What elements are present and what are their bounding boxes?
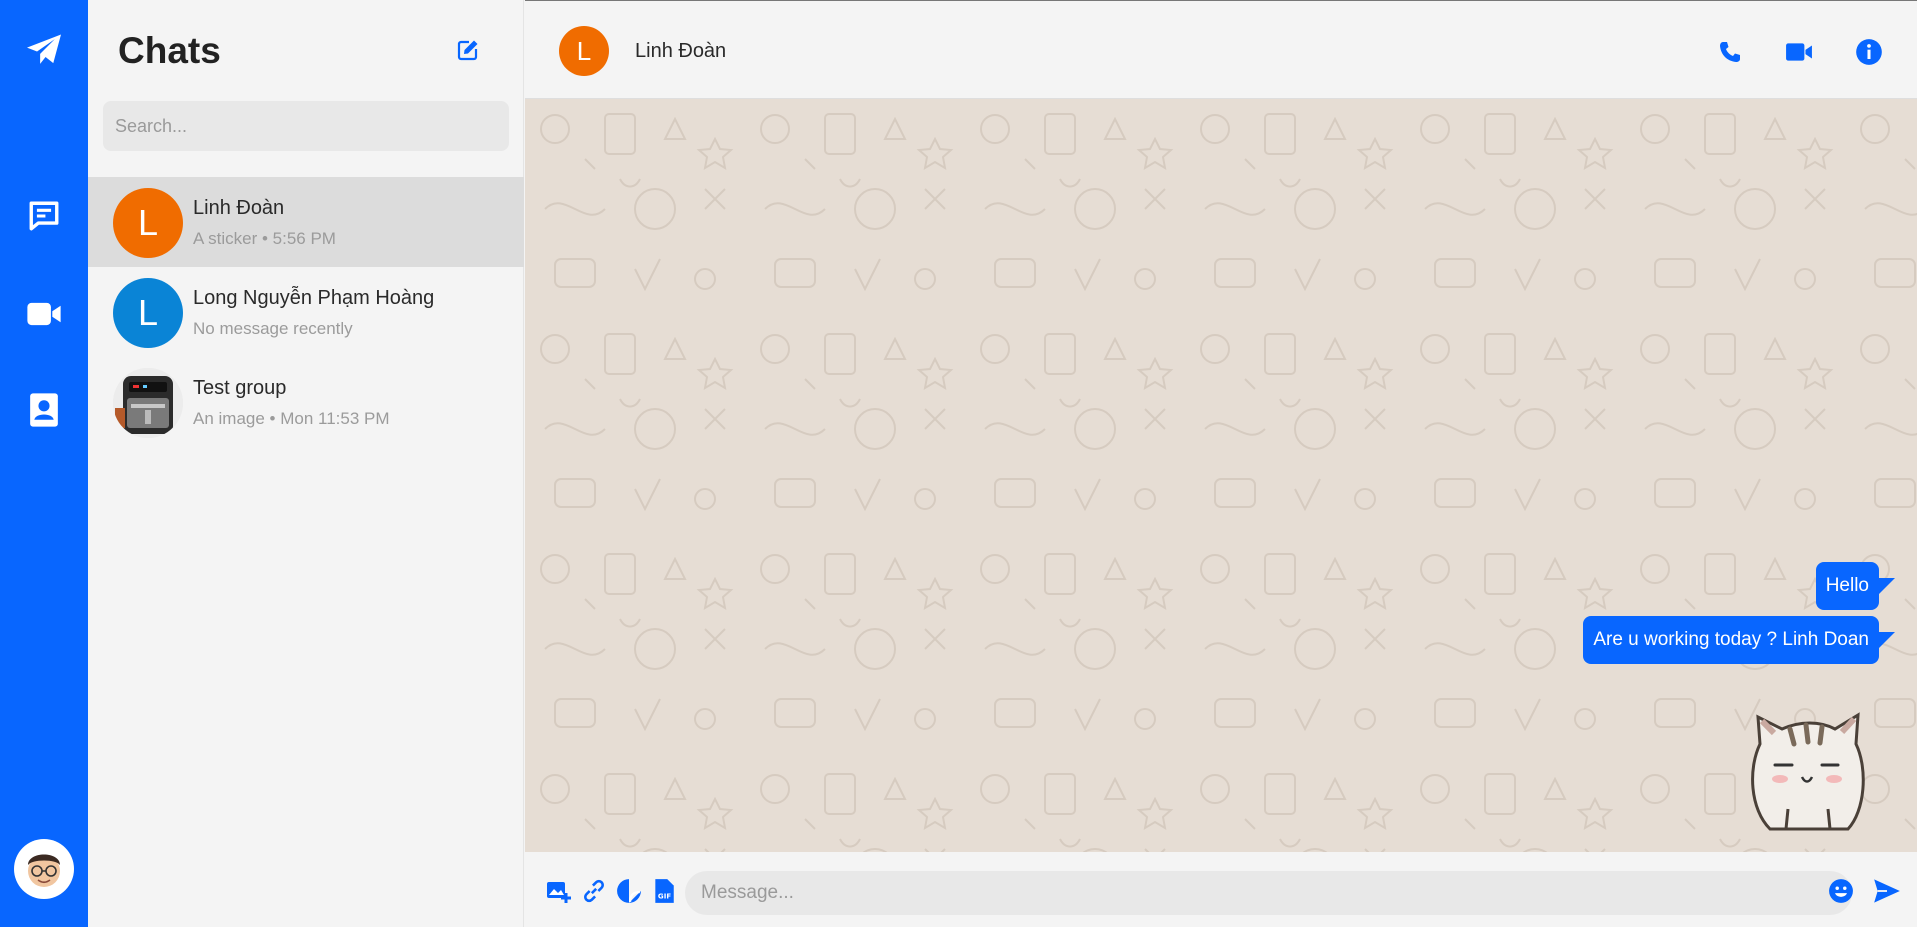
conversation-name: Linh Đoàn [193,197,285,219]
info-icon[interactable] [1853,36,1885,68]
add-image-icon[interactable] [545,877,573,905]
contacts-icon[interactable] [24,390,64,430]
conversation-item-test-group[interactable]: Test group An image • Mon 11:53 PM [88,357,524,447]
chat-icon[interactable] [24,196,64,236]
emoji-icon[interactable] [1827,877,1855,905]
phone-icon[interactable] [1714,36,1746,68]
conversation-name: Test group [193,377,287,399]
link-icon[interactable] [580,877,608,905]
cat-sticker[interactable] [1730,699,1880,834]
gif-icon[interactable]: GIF [650,877,678,905]
conversation-item-long-nguyen[interactable]: L Long Nguyễn Phạm Hoàng No message rece… [88,267,524,357]
chat-list-panel: Chats L Linh Đoàn A sticker • 5:56 PM L … [88,0,524,927]
conversation-preview: An image • Mon 11:53 PM [193,409,390,428]
svg-text:GIF: GIF [658,892,671,901]
send-icon[interactable] [1873,877,1901,905]
nav-rail [0,0,88,927]
message-bubble[interactable]: Hello [1815,562,1896,610]
paper-plane-icon[interactable] [24,30,64,70]
search-input[interactable] [103,101,509,151]
message-bubble[interactable]: Are u working today ? Linh Doan [1583,616,1895,664]
video-icon[interactable] [24,294,64,334]
sticker-icon[interactable] [615,877,643,905]
conversation-name: Long Nguyễn Phạm Hoàng [193,287,435,309]
chat-header-name[interactable]: Linh Đoàn [635,40,726,63]
composer-bar: GIF [525,852,1917,927]
conversation-avatar: L [113,188,183,258]
compose-icon[interactable] [454,36,482,64]
chats-title: Chats [118,30,221,71]
conversation-item-linh-doan[interactable]: L Linh Đoàn A sticker • 5:56 PM [88,177,524,267]
doodle-background [525,99,1917,852]
conversation-avatar: L [113,278,183,348]
message-input[interactable] [685,871,1852,915]
message-area[interactable]: Hello Are u working today ? Linh Doan [525,99,1917,852]
group-image-avatar [113,368,183,438]
chat-window: L Linh Đoàn Hello Are u working today ? … [525,0,1917,927]
video-call-icon[interactable] [1783,36,1815,68]
chat-header-avatar[interactable]: L [559,26,609,76]
conversation-preview: No message recently [193,319,353,338]
user-avatar[interactable] [14,839,74,899]
chat-header: L Linh Đoàn [525,0,1917,99]
conversation-preview: A sticker • 5:56 PM [193,229,336,248]
